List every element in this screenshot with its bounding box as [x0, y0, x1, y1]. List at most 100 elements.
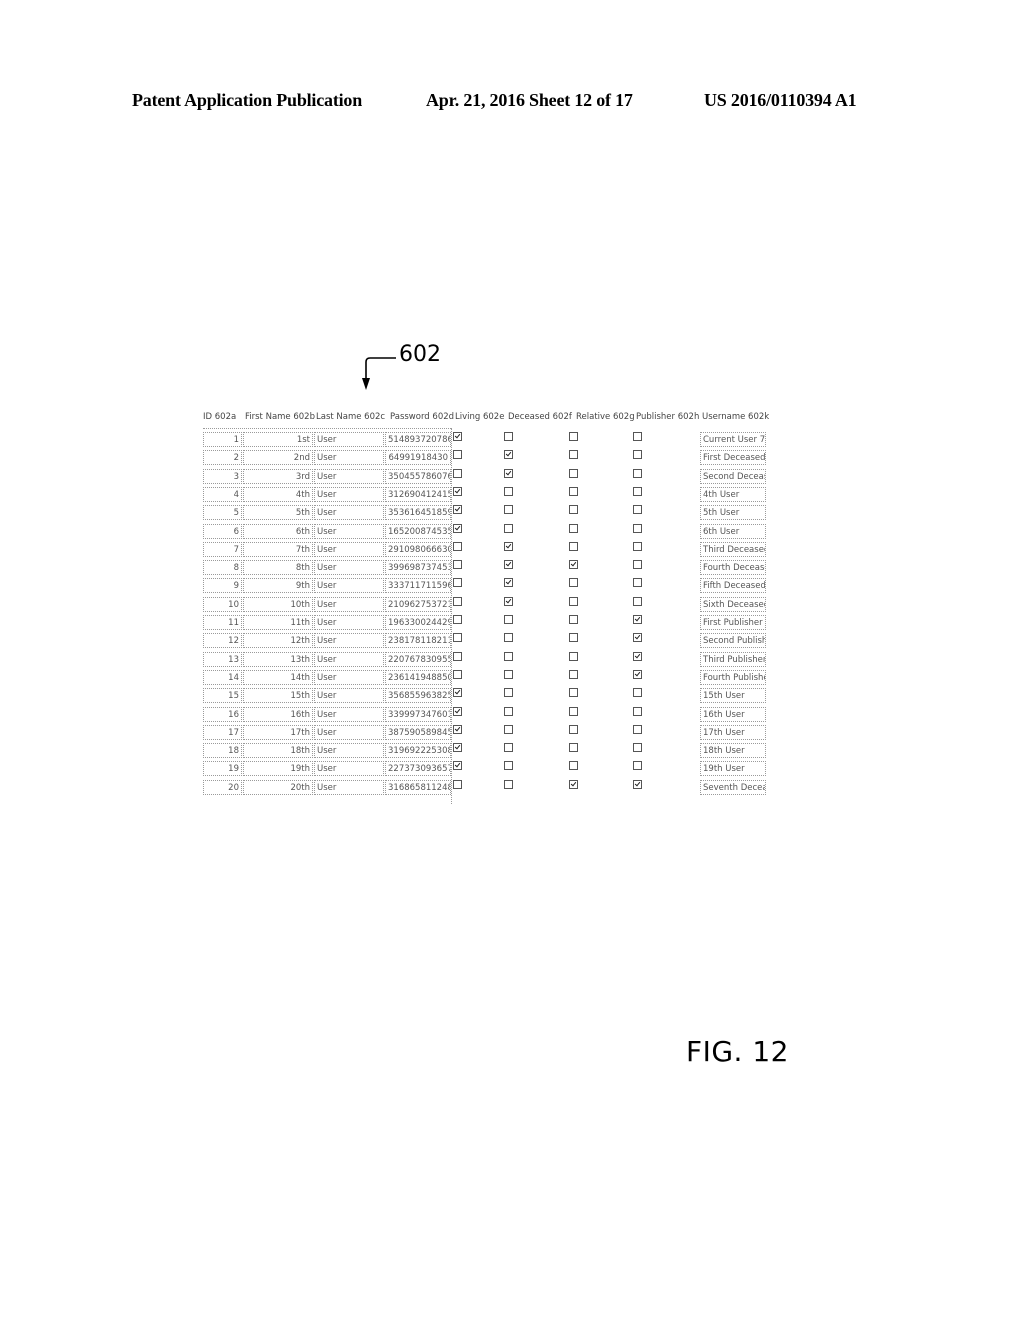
first-name-cell[interactable]: 20th — [243, 779, 313, 795]
first-name-cell[interactable]: 15th — [243, 688, 313, 704]
deceased-checkbox[interactable] — [504, 505, 513, 515]
password-cell[interactable]: 64991918430 — [385, 450, 451, 466]
first-name-cell[interactable]: 7th — [243, 541, 313, 557]
username-cell[interactable]: 5th User — [700, 505, 766, 521]
living-checkbox[interactable] — [453, 505, 462, 515]
deceased-checkbox[interactable] — [504, 779, 513, 789]
first-name-cell[interactable]: 2nd — [243, 450, 313, 466]
living-checkbox[interactable] — [453, 541, 462, 551]
publisher-checkbox[interactable] — [633, 468, 642, 478]
password-cell[interactable]: 3399973476014 — [385, 706, 451, 722]
deceased-checkbox[interactable] — [504, 578, 513, 588]
first-name-cell[interactable]: 5th — [243, 505, 313, 521]
deceased-checkbox[interactable] — [504, 486, 513, 496]
first-name-cell[interactable]: 14th — [243, 669, 313, 685]
living-checkbox[interactable] — [453, 761, 462, 771]
last-name-cell[interactable]: User — [314, 633, 384, 649]
last-name-cell[interactable]: User — [314, 486, 384, 502]
last-name-cell[interactable]: User — [314, 688, 384, 704]
publisher-checkbox[interactable] — [633, 688, 642, 698]
deceased-checkbox[interactable] — [504, 560, 513, 570]
last-name-cell[interactable]: User — [314, 596, 384, 612]
id-cell[interactable]: 1 — [203, 432, 242, 447]
relative-checkbox[interactable] — [569, 688, 578, 698]
deceased-checkbox[interactable] — [504, 633, 513, 643]
last-name-cell[interactable]: User — [314, 450, 384, 466]
publisher-checkbox[interactable] — [633, 523, 642, 533]
last-name-cell[interactable]: User — [314, 505, 384, 521]
relative-checkbox[interactable] — [569, 724, 578, 734]
last-name-cell[interactable]: User — [314, 560, 384, 576]
last-name-cell[interactable]: User — [314, 651, 384, 667]
last-name-cell[interactable]: User — [314, 578, 384, 594]
relative-checkbox[interactable] — [569, 432, 578, 441]
relative-checkbox[interactable] — [569, 523, 578, 533]
living-checkbox[interactable] — [453, 651, 462, 661]
first-name-cell[interactable]: 13th — [243, 651, 313, 667]
id-cell[interactable]: 10 — [203, 596, 242, 612]
living-checkbox[interactable] — [453, 633, 462, 643]
deceased-checkbox[interactable] — [504, 669, 513, 679]
relative-checkbox[interactable] — [569, 633, 578, 643]
password-cell[interactable]: 3168658112482 — [385, 779, 451, 795]
username-cell[interactable]: 19th User — [700, 761, 766, 777]
username-cell[interactable]: 17th User — [700, 724, 766, 740]
relative-checkbox[interactable] — [569, 468, 578, 478]
password-cell[interactable]: 2207678309555 — [385, 651, 451, 667]
username-cell[interactable]: 18th User — [700, 743, 766, 759]
living-checkbox[interactable] — [453, 743, 462, 753]
publisher-checkbox[interactable] — [633, 486, 642, 496]
last-name-cell[interactable]: User — [314, 743, 384, 759]
living-checkbox[interactable] — [453, 615, 462, 624]
id-cell[interactable]: 13 — [203, 651, 242, 667]
password-cell[interactable]: 2910980666304 — [385, 541, 451, 557]
username-cell[interactable]: 16th User — [700, 706, 766, 722]
relative-checkbox[interactable] — [569, 578, 578, 588]
id-cell[interactable]: 4 — [203, 486, 242, 502]
username-cell[interactable]: Third Publisher — [700, 651, 766, 667]
password-cell[interactable]: 514893720786 — [385, 432, 451, 447]
last-name-cell[interactable]: User — [314, 523, 384, 539]
publisher-checkbox[interactable] — [633, 633, 642, 643]
password-cell[interactable]: 2361419488507 — [385, 669, 451, 685]
id-cell[interactable]: 2 — [203, 450, 242, 466]
deceased-checkbox[interactable] — [504, 743, 513, 753]
deceased-checkbox[interactable] — [504, 615, 513, 624]
username-cell[interactable]: Third Deceased — [700, 541, 766, 557]
last-name-cell[interactable]: User — [314, 706, 384, 722]
last-name-cell[interactable]: User — [314, 541, 384, 557]
first-name-cell[interactable]: 19th — [243, 761, 313, 777]
publisher-checkbox[interactable] — [633, 779, 642, 789]
username-cell[interactable]: Current User 73 — [700, 432, 766, 447]
password-cell[interactable]: 399698737453 — [385, 560, 451, 576]
id-cell[interactable]: 7 — [203, 541, 242, 557]
password-cell[interactable]: 1963300244292 — [385, 615, 451, 630]
first-name-cell[interactable]: 6th — [243, 523, 313, 539]
relative-checkbox[interactable] — [569, 706, 578, 716]
id-cell[interactable]: 19 — [203, 761, 242, 777]
password-cell[interactable]: 3196922253087 — [385, 743, 451, 759]
first-name-cell[interactable]: 11th — [243, 615, 313, 630]
username-cell[interactable]: Fourth Decease — [700, 560, 766, 576]
publisher-checkbox[interactable] — [633, 560, 642, 570]
username-cell[interactable]: Fifth Deceased — [700, 578, 766, 594]
password-cell[interactable]: 2381781182110 — [385, 633, 451, 649]
relative-checkbox[interactable] — [569, 615, 578, 624]
relative-checkbox[interactable] — [569, 505, 578, 515]
id-cell[interactable]: 3 — [203, 468, 242, 484]
first-name-cell[interactable]: 4th — [243, 486, 313, 502]
deceased-checkbox[interactable] — [504, 761, 513, 771]
first-name-cell[interactable]: 18th — [243, 743, 313, 759]
relative-checkbox[interactable] — [569, 541, 578, 551]
password-cell[interactable]: 3504557860767 — [385, 468, 451, 484]
living-checkbox[interactable] — [453, 688, 462, 698]
last-name-cell[interactable]: User — [314, 669, 384, 685]
living-checkbox[interactable] — [453, 578, 462, 588]
username-cell[interactable]: Fourth Publishe — [700, 669, 766, 685]
deceased-checkbox[interactable] — [504, 688, 513, 698]
last-name-cell[interactable]: User — [314, 432, 384, 447]
password-cell[interactable]: 3875905898459 — [385, 724, 451, 740]
id-cell[interactable]: 15 — [203, 688, 242, 704]
relative-checkbox[interactable] — [569, 779, 578, 789]
id-cell[interactable]: 6 — [203, 523, 242, 539]
